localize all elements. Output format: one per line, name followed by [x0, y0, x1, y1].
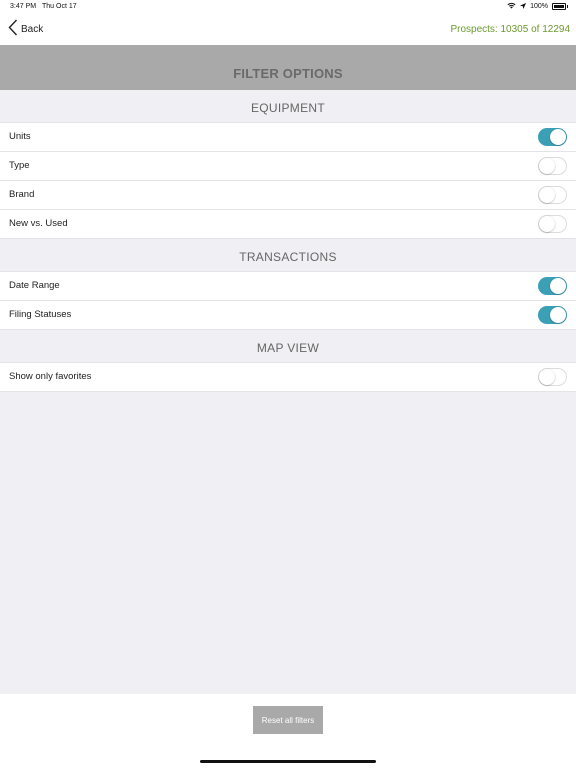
filter-label: Units	[9, 131, 31, 142]
filter-row-type: Type	[0, 151, 576, 180]
filing-statuses-toggle[interactable]	[538, 306, 567, 324]
section-title: TRANSACTIONS	[239, 250, 337, 264]
units-toggle[interactable]	[538, 128, 567, 146]
section-header-equipment: EQUIPMENT	[0, 92, 576, 124]
section-header-transactions: TRANSACTIONS	[0, 241, 576, 273]
filter-row-brand: Brand	[0, 180, 576, 209]
show-only-favorites-toggle[interactable]	[538, 368, 567, 386]
chevron-left-icon	[8, 19, 18, 39]
battery-icon	[552, 3, 568, 10]
section-header-map-view: MAP VIEW	[0, 332, 576, 364]
filter-row-date-range: Date Range	[0, 271, 576, 300]
section-title: EQUIPMENT	[250, 101, 326, 115]
filter-label: New vs. Used	[9, 218, 68, 229]
back-button[interactable]: Back	[8, 19, 43, 39]
type-toggle[interactable]	[538, 157, 567, 175]
location-icon	[520, 2, 527, 11]
reset-all-filters-button[interactable]: Reset all filters	[253, 706, 323, 734]
filter-row-show-only-favorites: Show only favorites	[0, 362, 576, 392]
brand-toggle[interactable]	[538, 186, 567, 204]
section-title: MAP VIEW	[256, 341, 320, 355]
status-bar: 3:47 PM Thu Oct 17 100%	[0, 0, 576, 14]
date-range-toggle[interactable]	[538, 277, 567, 295]
battery-percent: 100%	[530, 3, 548, 10]
filter-label: Date Range	[9, 280, 60, 291]
filter-label: Brand	[9, 189, 35, 200]
filter-row-units: Units	[0, 122, 576, 151]
new-vs-used-toggle[interactable]	[538, 215, 567, 233]
filter-row-new-vs-used: New vs. Used	[0, 209, 576, 239]
status-date: Thu Oct 17	[42, 3, 77, 10]
status-right: 100%	[507, 2, 568, 11]
footer: Reset all filters	[0, 694, 576, 768]
filter-row-filing-statuses: Filing Statuses	[0, 300, 576, 330]
filter-options-header: FILTER OPTIONS	[0, 45, 576, 90]
home-indicator[interactable]	[200, 760, 376, 763]
filter-label: Type	[9, 160, 30, 171]
wifi-icon	[507, 2, 516, 11]
back-label: Back	[21, 23, 44, 35]
status-time: 3:47 PM	[10, 3, 37, 10]
page-title: FILTER OPTIONS	[233, 66, 343, 81]
filter-label: Filing Statuses	[9, 309, 72, 320]
filter-label: Show only favorites	[9, 371, 92, 382]
nav-bar: Back Prospects: 10305 of 12294	[0, 14, 576, 46]
prospects-count: Prospects: 10305 of 12294	[450, 24, 570, 35]
